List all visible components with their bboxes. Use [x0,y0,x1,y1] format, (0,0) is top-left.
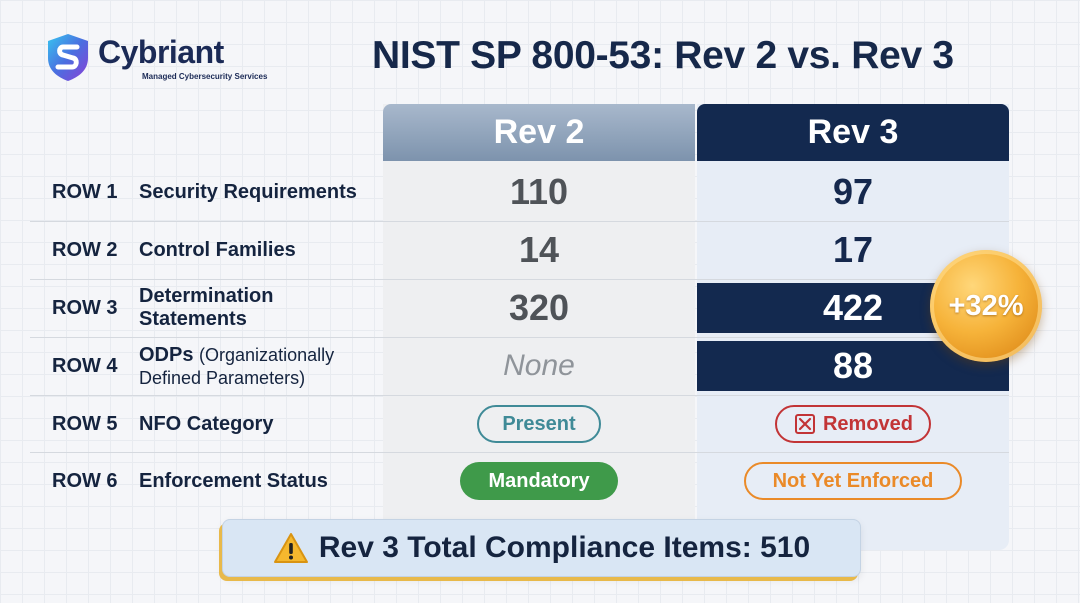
table-row: ROW 3 Determination Statements 320 422 [0,279,1080,337]
rev2-value: 14 [518,229,560,270]
row-label: Enforcement Status [139,452,379,510]
brand-name: Cybriant [98,34,224,70]
row-label: ODPs (Organizationally Defined Parameter… [139,337,379,395]
row-label: Determination Statements [139,279,379,337]
row-number: ROW 3 [52,296,118,319]
rev3-value: 17 [832,229,874,270]
table-row: ROW 6 Enforcement Status Mandatory Not Y… [0,452,1080,510]
shield-s-logo-icon [48,34,88,81]
not-enforced-status-pill: Not Yet Enforced [744,462,962,500]
removed-x-icon [794,414,815,434]
row-number: ROW 4 [52,354,118,377]
rev2-value: 320 [508,287,570,328]
rev3-column-header: Rev 3 [697,104,1009,161]
rev2-cell: 110 [383,163,695,221]
row-label-text: Security Requirements [139,180,357,203]
row-label-line1: Determination [139,285,274,307]
row-label: Control Families [139,221,379,279]
row-label-light: (Organizationally [199,344,335,365]
rev3-cell: Not Yet Enforced [697,452,1009,510]
rev2-column-header: Rev 2 [383,104,695,161]
row-label: Security Requirements [139,163,379,221]
page-title: NIST SP 800-53: Rev 2 vs. Rev 3 [372,34,954,77]
rev2-cell: 320 [383,279,695,337]
row-label-bold: ODPs [139,343,194,366]
rev2-cell: 14 [383,221,695,279]
total-compliance-banner: Rev 3 Total Compliance Items: 510 [222,519,861,577]
rev2-cell: Present [383,395,695,453]
rev3-cell: 97 [697,163,1009,221]
row-label-line2: Defined Parameters) [139,367,306,388]
total-compliance-text: Rev 3 Total Compliance Items: 510 [318,531,811,564]
row-number: ROW 1 [52,180,118,203]
row-label-text: NFO Category [139,412,274,435]
present-status-pill: Present [477,405,601,443]
table-row: ROW 1 Security Requirements 110 97 [0,163,1080,221]
table-row: ROW 2 Control Families 14 17 [0,221,1080,279]
row-number: ROW 6 [52,469,118,492]
mandatory-status-pill: Mandatory [460,462,618,500]
row-number: ROW 2 [52,238,118,261]
increase-badge: +32% [930,250,1042,362]
rev2-cell: Mandatory [383,452,695,510]
row-label-text: Enforcement Status [139,469,328,492]
rev2-cell: None [383,337,695,395]
table-row: ROW 4 ODPs (Organizationally Defined Par… [0,337,1080,395]
warning-icon [273,533,308,563]
rev3-cell: Removed [697,395,1009,453]
removed-label: Removed [822,412,914,435]
rev3-value: 97 [832,171,874,212]
row-number: ROW 5 [52,412,118,435]
removed-status-pill: Removed [775,405,931,443]
rev2-value: 110 [509,171,569,212]
table-row: ROW 5 NFO Category Present Removed [0,395,1080,453]
row-label-line2: Statements [139,308,247,330]
row-label-line1: ODPs (Organizationally [139,344,379,367]
row-label-text: Control Families [139,238,296,261]
row-label: NFO Category [139,395,379,453]
rev2-value: None [503,349,575,382]
brand-tagline: Managed Cybersecurity Services [142,72,268,81]
